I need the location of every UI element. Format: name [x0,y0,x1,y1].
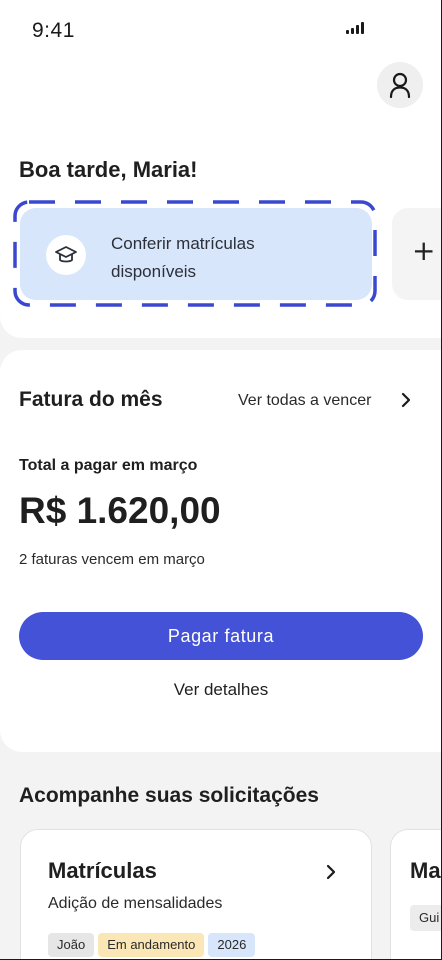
request-card-subtitle: Adição de mensalidades [48,895,223,912]
invoice-card: Fatura do mês Ver todas a vencer Total a… [0,350,441,752]
plus-icon: + [412,234,436,267]
invoice-title: Fatura do mês [19,388,163,411]
tag-student: Gui [410,905,441,931]
profile-button[interactable] [377,62,423,108]
graduation-cap-icon [46,235,86,275]
status-time: 9:41 [32,19,75,42]
top-section: 9:41 Boa tarde, Maria! Conferir matrícul… [0,0,441,338]
request-card-enrollments[interactable]: Matrículas Adição de mensalidades João E… [20,829,372,959]
tag-student: João [48,933,95,957]
view-all-invoices-link[interactable]: Ver todas a vencer [238,392,371,410]
requests-title: Acompanhe suas solicitações [19,784,319,807]
view-details-link[interactable]: Ver detalhes [0,680,441,700]
quick-action-next[interactable]: + [392,208,441,300]
total-amount: R$ 1.620,00 [19,490,221,531]
user-icon [389,72,411,98]
signal-icon [346,22,366,34]
request-card-title: Matrículas [48,858,157,883]
tag-status: Em andamento [98,933,205,957]
total-label: Total a pagar em março [19,457,198,474]
quick-action-highlight: Conferir matrículas disponíveis [13,200,377,307]
quick-action-enrollments[interactable]: Conferir matrículas disponíveis [20,208,372,300]
app-screen: 9:41 Boa tarde, Maria! Conferir matrícul… [0,0,442,960]
tag-year: 2026 [208,933,256,957]
chevron-right-icon[interactable] [398,390,414,410]
greeting-title: Boa tarde, Maria! [19,157,198,182]
request-tags: João Em andamento 2026 [48,933,256,957]
request-card-next[interactable]: Ma Gui [390,829,441,959]
quick-action-label: Conferir matrículas disponíveis [111,234,255,281]
chevron-right-icon [326,864,336,880]
request-card-title: Ma [410,858,441,883]
due-note: 2 faturas vencem em março [19,551,205,568]
pay-invoice-button[interactable]: Pagar fatura [19,612,423,660]
